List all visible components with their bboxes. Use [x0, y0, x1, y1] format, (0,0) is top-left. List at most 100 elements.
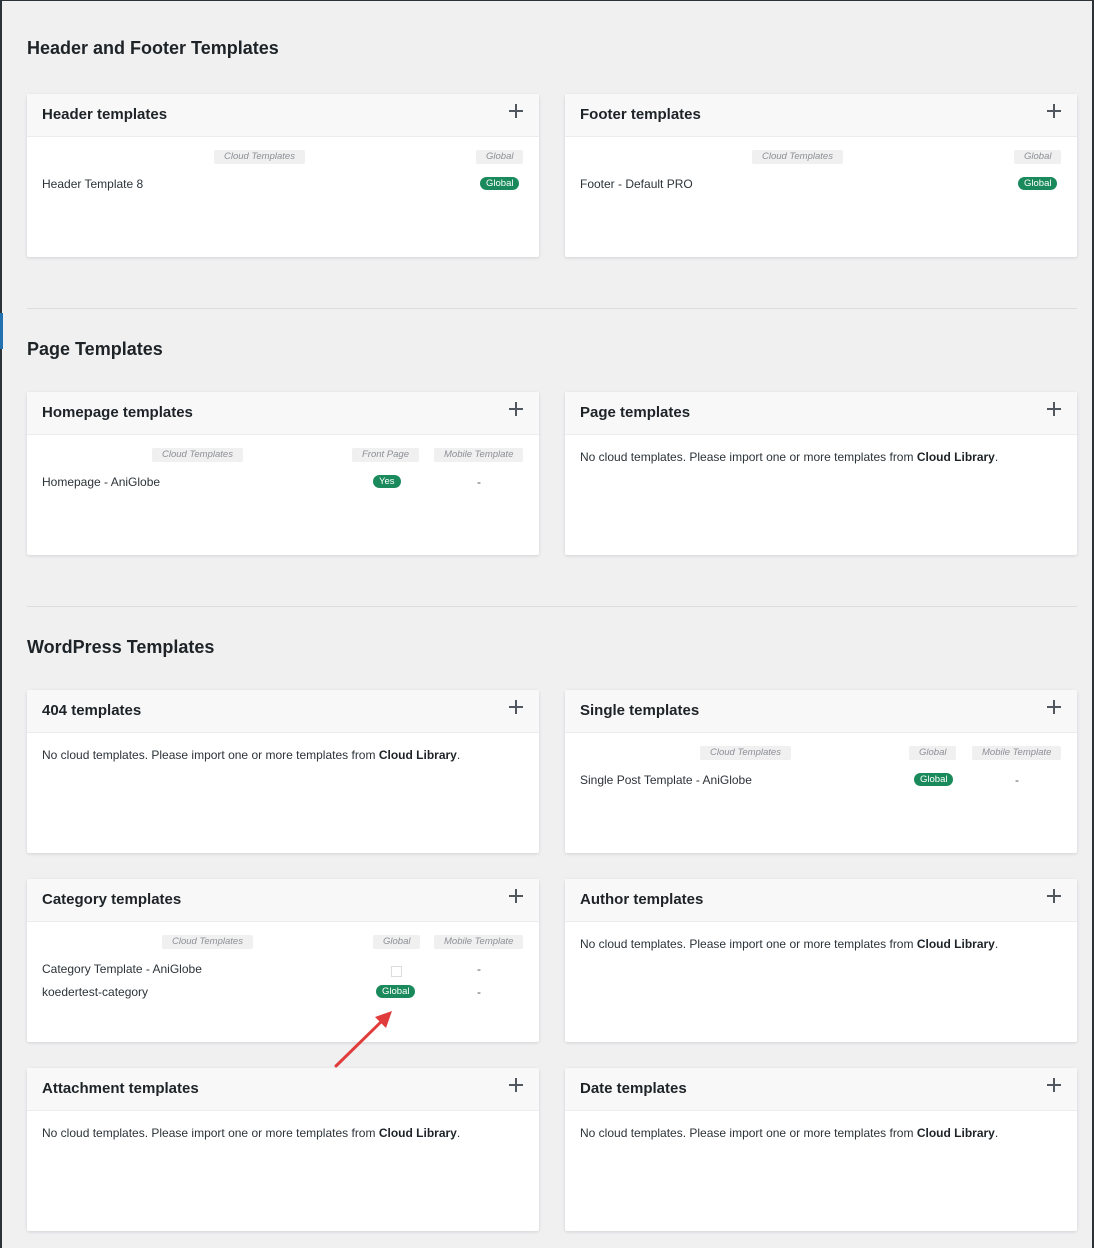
sidebar-edge-indicator — [0, 313, 3, 349]
card-body: Cloud Templates Global Mobile Template S… — [565, 733, 1077, 853]
column-header-cloud-templates: Cloud Templates — [214, 150, 305, 164]
add-attachment-template-button[interactable] — [509, 1078, 523, 1092]
column-header-global: Global — [476, 150, 524, 164]
card-header: 404 templates — [27, 690, 539, 733]
column-header-mobile-template: Mobile Template — [434, 935, 524, 949]
card-title: Author templates — [580, 891, 704, 908]
mobile-template-value: - — [477, 475, 481, 489]
card-header: Homepage templates — [27, 392, 539, 435]
card-body: No cloud templates. Please import one or… — [27, 733, 539, 853]
card-title: 404 templates — [42, 702, 142, 719]
single-templates-card: Single templates Cloud Templates Global … — [565, 690, 1077, 853]
section-title-wordpress: WordPress Templates — [27, 637, 215, 657]
empty-text: No cloud templates. Please import one or… — [42, 748, 379, 762]
cloud-library-link[interactable]: Cloud Library — [917, 937, 995, 951]
empty-message: No cloud templates. Please import one or… — [42, 1126, 460, 1140]
empty-text: No cloud templates. Please import one or… — [580, 450, 917, 464]
global-badge[interactable]: Global — [1018, 177, 1058, 190]
template-link[interactable]: Category Template - AniGlobe — [42, 962, 202, 976]
card-header: Date templates — [565, 1068, 1077, 1111]
card-header: Single templates — [565, 690, 1077, 733]
front-page-badge[interactable]: Yes — [373, 475, 401, 488]
card-body: No cloud templates. Please import one or… — [565, 1111, 1077, 1231]
section-title-header-footer: Header and Footer Templates — [27, 38, 279, 58]
cloud-library-link[interactable]: Cloud Library — [379, 748, 457, 762]
card-title: Footer templates — [580, 106, 701, 123]
add-footer-template-button[interactable] — [1047, 104, 1061, 118]
404-templates-card: 404 templates No cloud templates. Please… — [27, 690, 539, 853]
card-title: Homepage templates — [42, 404, 193, 421]
empty-text: No cloud templates. Please import one or… — [42, 1126, 379, 1140]
empty-end: . — [994, 1126, 999, 1140]
section-divider — [27, 606, 1077, 607]
add-date-template-button[interactable] — [1047, 1078, 1061, 1092]
global-badge[interactable]: Global — [480, 177, 520, 190]
column-header-cloud-templates: Cloud Templates — [162, 935, 253, 949]
column-header-cloud-templates: Cloud Templates — [700, 746, 791, 760]
mobile-template-value: - — [477, 962, 481, 976]
mobile-template-value: - — [1015, 773, 1019, 787]
card-body: Cloud Templates Global Footer - Default … — [565, 137, 1077, 257]
empty-message: No cloud templates. Please import one or… — [580, 450, 998, 464]
card-title: Category templates — [42, 891, 182, 908]
add-homepage-template-button[interactable] — [509, 402, 523, 416]
column-header-global: Global — [909, 746, 957, 760]
card-body: No cloud templates. Please import one or… — [565, 435, 1077, 555]
card-header: Header templates — [27, 94, 539, 137]
empty-text: No cloud templates. Please import one or… — [580, 1126, 917, 1140]
empty-text: No cloud templates. Please import one or… — [580, 937, 917, 951]
global-badge[interactable]: Global — [376, 985, 416, 998]
mobile-template-value: - — [477, 985, 481, 999]
add-author-template-button[interactable] — [1047, 889, 1061, 903]
section-divider — [27, 308, 1077, 309]
window-left-border — [0, 0, 2, 1248]
card-body: Cloud Templates Global Header Template 8… — [27, 137, 539, 257]
card-header: Category templates — [27, 879, 539, 922]
attachment-templates-card: Attachment templates No cloud templates.… — [27, 1068, 539, 1231]
card-body: No cloud templates. Please import one or… — [27, 1111, 539, 1231]
template-link[interactable]: koedertest-category — [42, 985, 148, 999]
add-404-template-button[interactable] — [509, 700, 523, 714]
page-templates-card: Page templates No cloud templates. Pleas… — [565, 392, 1077, 555]
template-link[interactable]: Homepage - AniGlobe — [42, 475, 160, 489]
column-header-cloud-templates: Cloud Templates — [152, 448, 243, 462]
card-title: Attachment templates — [42, 1080, 199, 1097]
global-checkbox[interactable] — [391, 966, 402, 977]
window-top-border — [0, 0, 1094, 1]
template-link[interactable]: Footer - Default PRO — [580, 177, 693, 191]
category-templates-card: Category templates Cloud Templates Globa… — [27, 879, 539, 1042]
date-templates-card: Date templates No cloud templates. Pleas… — [565, 1068, 1077, 1231]
card-body: No cloud templates. Please import one or… — [565, 922, 1077, 1042]
cloud-library-link[interactable]: Cloud Library — [917, 1126, 995, 1140]
add-page-template-button[interactable] — [1047, 402, 1061, 416]
card-title: Single templates — [580, 702, 700, 719]
card-header: Page templates — [565, 392, 1077, 435]
column-header-front-page: Front Page — [352, 448, 419, 462]
card-title: Date templates — [580, 1080, 687, 1097]
empty-message: No cloud templates. Please import one or… — [42, 748, 460, 762]
add-single-template-button[interactable] — [1047, 700, 1061, 714]
global-badge[interactable]: Global — [914, 773, 954, 786]
empty-message: No cloud templates. Please import one or… — [580, 1126, 998, 1140]
add-category-template-button[interactable] — [509, 889, 523, 903]
empty-end: . — [994, 937, 999, 951]
column-header-mobile-template: Mobile Template — [972, 746, 1062, 760]
author-templates-card: Author templates No cloud templates. Ple… — [565, 879, 1077, 1042]
cloud-library-link[interactable]: Cloud Library — [379, 1126, 457, 1140]
empty-end: . — [456, 1126, 461, 1140]
card-header: Footer templates — [565, 94, 1077, 137]
empty-end: . — [456, 748, 461, 762]
footer-templates-card: Footer templates Cloud Templates Global … — [565, 94, 1077, 257]
card-body: Cloud Templates Global Mobile Template C… — [27, 922, 539, 1042]
header-templates-card: Header templates Cloud Templates Global … — [27, 94, 539, 257]
template-link[interactable]: Single Post Template - AniGlobe — [580, 773, 752, 787]
card-header: Author templates — [565, 879, 1077, 922]
column-header-mobile-template: Mobile Template — [434, 448, 524, 462]
column-header-global: Global — [373, 935, 421, 949]
column-header-global: Global — [1014, 150, 1062, 164]
template-link[interactable]: Header Template 8 — [42, 177, 143, 191]
cloud-library-link[interactable]: Cloud Library — [917, 450, 995, 464]
add-header-template-button[interactable] — [509, 104, 523, 118]
homepage-templates-card: Homepage templates Cloud Templates Front… — [27, 392, 539, 555]
card-title: Header templates — [42, 106, 168, 123]
